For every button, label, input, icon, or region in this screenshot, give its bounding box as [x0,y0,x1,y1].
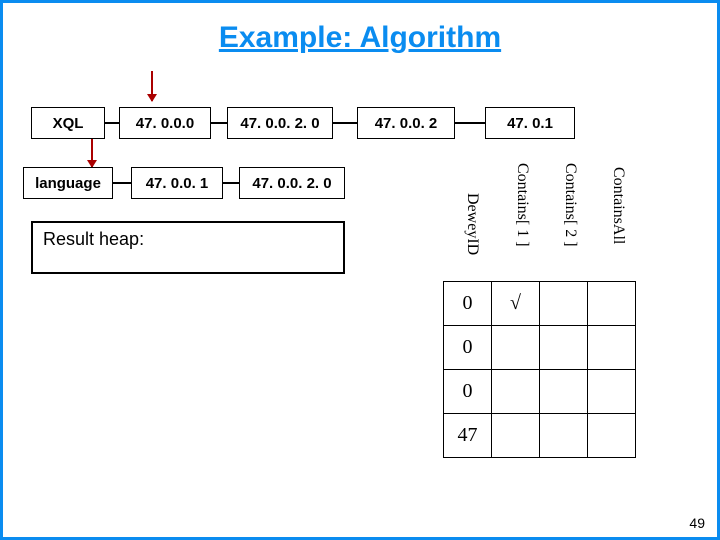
page-number: 49 [689,515,705,531]
cell [540,370,588,414]
cell [588,326,636,370]
label: language [35,175,101,192]
label: 47. 0.0. 2. 0 [240,115,319,132]
label: 47. 0.0. 2. 0 [252,175,331,192]
cell [540,414,588,458]
table-row: 0 [444,326,636,370]
table-row: 47 [444,414,636,458]
cell [540,326,588,370]
connector-line [223,182,239,184]
cell [588,282,636,326]
cell: 0 [444,370,492,414]
cell [492,370,540,414]
label: XQL [53,115,84,132]
cell: 0 [444,326,492,370]
cell [540,282,588,326]
row1-box-xql: XQL [31,107,105,139]
header-deweyid: DeweyID [463,193,481,255]
slide-title: Example: Algorithm [3,21,717,55]
label: 47. 0.0.0 [136,115,194,132]
connector-line [105,122,119,124]
row2-box-1: 47. 0.0. 1 [131,167,223,199]
table-row: 0 [444,370,636,414]
cell: 0 [444,282,492,326]
result-grid: 0 √ 0 0 47 [443,281,636,458]
cell [588,370,636,414]
result-heap-box: Result heap: [31,221,345,274]
label: 47. 0.0. 2 [375,115,438,132]
arrow-down-icon [91,137,93,167]
cell: 47 [444,414,492,458]
table-row: 0 √ [444,282,636,326]
label: 47. 0.1 [507,115,553,132]
row2-box-language: language [23,167,113,199]
row2-box-2: 47. 0.0. 2. 0 [239,167,345,199]
cell: √ [492,282,540,326]
label: 47. 0.0. 1 [146,175,209,192]
arrow-down-icon [151,71,153,101]
row1-box-1: 47. 0.0.0 [119,107,211,139]
result-heap-label: Result heap: [43,229,144,249]
row1-box-2: 47. 0.0. 2. 0 [227,107,333,139]
header-contains1: Contains[ 1 ] [513,163,531,247]
cell [588,414,636,458]
header-containsall: ContainsAll [609,167,627,244]
connector-line [113,182,131,184]
cell [492,326,540,370]
connector-line [455,122,485,124]
connector-line [333,122,357,124]
row1-box-3: 47. 0.0. 2 [357,107,455,139]
row1-box-4: 47. 0.1 [485,107,575,139]
header-contains2: Contains[ 2 ] [561,163,579,247]
connector-line [211,122,227,124]
cell [492,414,540,458]
